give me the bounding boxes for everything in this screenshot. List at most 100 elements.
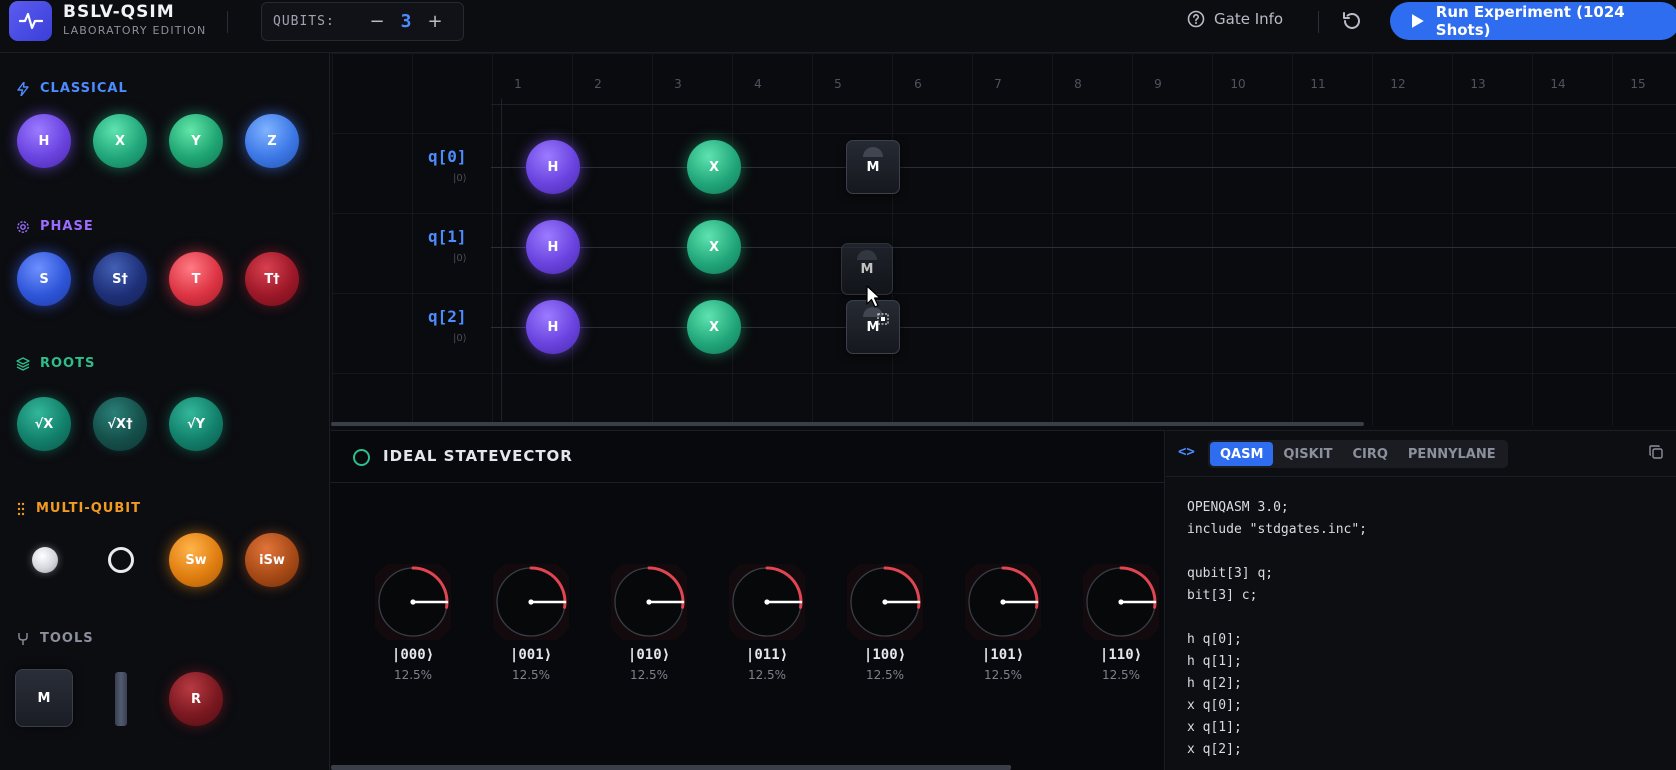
palette-gate-sqrt-x[interactable]: √X — [17, 397, 71, 451]
run-experiment-button[interactable]: Run Experiment (1024 Shots) — [1390, 2, 1676, 40]
help-circle-icon — [1187, 10, 1205, 28]
circuit-gate-h-q2[interactable]: H — [526, 300, 580, 354]
palette-gate-t[interactable]: T — [169, 252, 223, 306]
drag-copy-icon — [877, 313, 889, 325]
category-multi-qubit: MULTI-QUBIT — [16, 501, 141, 516]
column-number: 2 — [594, 77, 602, 91]
column-number: 9 — [1154, 77, 1162, 91]
phase-dial — [729, 564, 805, 640]
wire-start-line — [501, 99, 502, 421]
column-number: 13 — [1470, 77, 1486, 91]
gate-info-label: Gate Info — [1214, 10, 1284, 28]
column-number: 1 — [514, 77, 522, 91]
pulse-logo-icon — [9, 1, 52, 41]
mouse-cursor-icon — [866, 285, 881, 308]
palette-gate-s[interactable]: S — [17, 252, 71, 306]
wire-init-q0: |0⟩ — [453, 173, 467, 184]
category-phase: PHASE — [16, 219, 94, 234]
palette-gate-z[interactable]: Z — [245, 114, 299, 168]
circuit-horizontal-scrollbar[interactable] — [331, 422, 1364, 426]
phase-dial — [1083, 564, 1159, 640]
palette-gate-reset[interactable]: R — [169, 672, 223, 726]
tab-qasm[interactable]: QASM — [1210, 442, 1274, 466]
decrease-qubits-button[interactable]: − — [363, 11, 391, 32]
basis-state-label: |010⟩ — [627, 647, 671, 663]
circuit-gate-h-q0[interactable]: H — [526, 140, 580, 194]
palette-gate-swap[interactable]: Sw — [169, 533, 223, 587]
tab-qiskit[interactable]: QISKIT — [1273, 442, 1342, 466]
circuit-gate-x-q0[interactable]: X — [687, 140, 741, 194]
palette-gate-x[interactable]: X — [93, 114, 147, 168]
reset-icon[interactable] — [1340, 9, 1364, 33]
palette-gate-sqrt-x-dagger[interactable]: √X† — [93, 397, 147, 451]
column-number: 11 — [1310, 77, 1326, 91]
category-classical: CLASSICAL — [16, 81, 128, 96]
basis-state-probability: 12.5% — [511, 668, 551, 682]
palette-gate-iswap[interactable]: iSw — [245, 533, 299, 587]
palette-gate-h[interactable]: H — [17, 114, 71, 168]
code-line: x q[2]; — [1187, 742, 1242, 757]
branch-icon — [18, 632, 28, 645]
header-divider — [227, 11, 228, 33]
basis-state-label: |000⟩ — [391, 647, 435, 663]
basis-state-probability: 12.5% — [865, 668, 905, 682]
basis-state-probability: 12.5% — [1101, 668, 1141, 682]
code-line: h q[2]; — [1187, 676, 1242, 691]
copy-icon[interactable] — [1648, 444, 1664, 460]
column-number: 6 — [914, 77, 922, 91]
column-number: 10 — [1230, 77, 1246, 91]
circuit-gate-h-q1[interactable]: H — [526, 220, 580, 274]
wire-label-q0: q[0] — [428, 147, 467, 166]
tab-pennylane[interactable]: PENNYLANE — [1398, 442, 1506, 466]
column-number: 8 — [1074, 77, 1082, 91]
phase-dial — [965, 564, 1041, 640]
circuit-gate-x-q2[interactable]: X — [687, 300, 741, 354]
phase-dial — [493, 564, 569, 640]
gate-info-button[interactable]: Gate Info — [1187, 10, 1283, 28]
basis-state-label: |110⟩ — [1099, 647, 1143, 663]
statevector-horizontal-scrollbar[interactable] — [331, 765, 1011, 770]
qubit-wire-q2 — [491, 327, 1676, 328]
code-line: bit[3] c; — [1187, 588, 1258, 603]
layers-icon — [16, 356, 30, 371]
basis-state-probability: 12.5% — [393, 668, 433, 682]
circuit-canvas[interactable]: 1 2 3 4 5 6 7 8 9 10 11 12 13 14 15 q[0] |0⟩ q[1] |0⟩ … — [331, 53, 1676, 426]
phase-dial — [611, 564, 687, 640]
circuit-gate-x-q1[interactable]: X — [687, 220, 741, 274]
code-brackets-icon: <> — [1178, 444, 1195, 460]
palette-control-dot[interactable] — [32, 547, 58, 573]
basis-state-probability: 12.5% — [629, 668, 669, 682]
brand-subtitle: LABORATORY EDITION — [63, 24, 207, 37]
code-tab-bar: <> QASM QISKIT CIRQ PENNYLANE — [1166, 431, 1676, 477]
circuit-gate-measure-q0[interactable]: M — [846, 140, 900, 194]
palette-measure-tool[interactable]: M — [15, 669, 73, 727]
palette-gate-t-dagger[interactable]: T† — [245, 252, 299, 306]
palette-gate-s-dagger[interactable]: S† — [93, 252, 147, 306]
column-number: 3 — [674, 77, 682, 91]
qubit-wire-q0 — [491, 167, 1676, 168]
basis-state-label: |101⟩ — [981, 647, 1025, 663]
wire-init-q2: |0⟩ — [453, 333, 467, 344]
wire-label-q1: q[1] — [428, 227, 467, 246]
tab-cirq[interactable]: CIRQ — [1342, 442, 1397, 466]
run-experiment-label: Run Experiment (1024 Shots) — [1435, 3, 1625, 39]
qubit-count-control: QUBITS: − 3 + — [261, 2, 464, 41]
palette-gate-sqrt-y[interactable]: √Y — [169, 397, 223, 451]
increase-qubits-button[interactable]: + — [421, 11, 449, 32]
column-number: 7 — [994, 77, 1002, 91]
statevector-panel: IDEAL STATEVECTOR |000⟩ 12.5% |001⟩ 12.5% |0… — [331, 430, 1165, 770]
column-number: 15 — [1630, 77, 1646, 91]
statevector-title: IDEAL STATEVECTOR — [383, 447, 573, 465]
code-line: x q[0]; — [1187, 698, 1242, 713]
lightning-icon — [17, 81, 29, 96]
play-icon — [1412, 14, 1424, 28]
basis-state-label: |001⟩ — [509, 647, 553, 663]
palette-target-ring[interactable] — [108, 547, 134, 573]
palette-barrier-tool[interactable] — [115, 672, 127, 726]
gear-icon — [17, 220, 29, 233]
code-listing: OPENQASM 3.0; include "stdgates.inc"; qubi… — [1187, 497, 1367, 761]
palette-gate-y[interactable]: Y — [169, 114, 223, 168]
code-line: include "stdgates.inc"; — [1187, 522, 1368, 537]
